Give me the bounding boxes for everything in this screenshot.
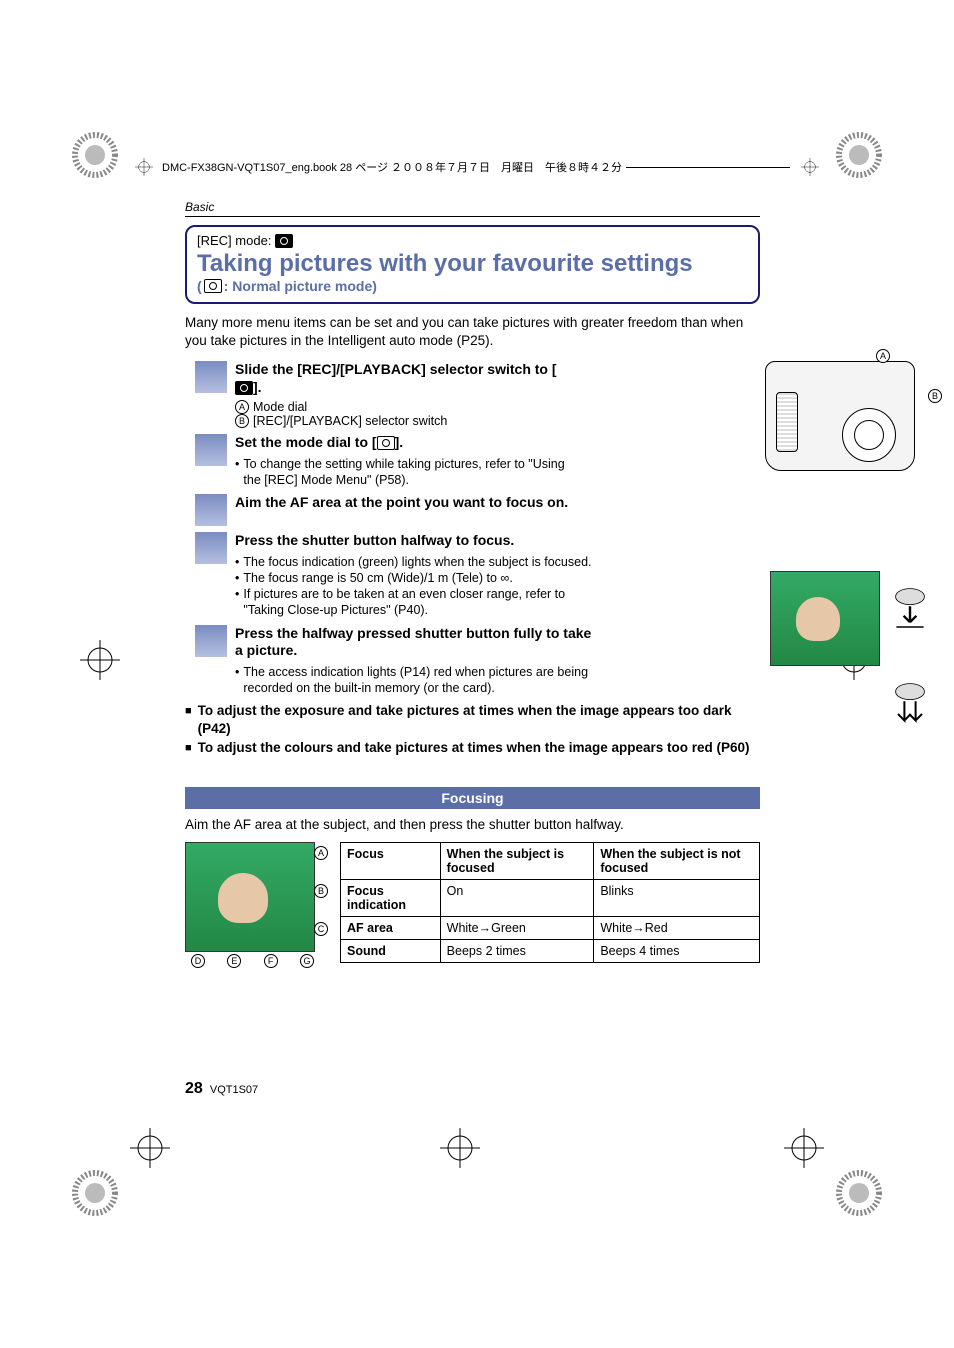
step-5-title: Press the halfway pressed shutter button… [235, 625, 591, 659]
step-1: Slide the [REC]/[PLAYBACK] selector swit… [185, 361, 760, 428]
focus-cell: Beeps 4 times [594, 939, 760, 962]
step-4-title: Press the shutter button halfway to focu… [235, 532, 514, 548]
registration-mark-icon [80, 640, 120, 680]
focusing-intro: Aim the AF area at the subject, and then… [185, 817, 760, 832]
label-a-text: Mode dial [253, 400, 307, 414]
running-header-text: DMC-FX38GN-VQT1S07_eng.book 28 ページ ２００８年… [158, 159, 626, 175]
label-a-icon: A [235, 400, 249, 414]
running-header: DMC-FX38GN-VQT1S07_eng.book 28 ページ ２００８年… [130, 158, 824, 176]
camera-icon [204, 279, 222, 293]
focus-th-3: When the subject is not focused [594, 842, 760, 879]
camera-icon [377, 436, 395, 450]
step-3-title: Aim the AF area at the point you want to… [235, 494, 568, 510]
full-press-icon [885, 681, 935, 731]
focus-label-e: E [227, 954, 241, 968]
step-4-bullet: The focus indication (green) lights when… [243, 554, 591, 570]
half-press-icon [885, 586, 935, 636]
focus-cell: White→Green [440, 916, 594, 939]
section-label: Basic [185, 200, 760, 217]
step-marker [195, 625, 227, 657]
focus-cell: White→Red [594, 916, 760, 939]
step-2: Set the mode dial to []. To change the s… [185, 434, 760, 488]
focus-label-g: G [300, 954, 314, 968]
print-rosette [70, 1168, 120, 1218]
step-4-bullet: If pictures are to be taken at an even c… [243, 586, 595, 619]
focus-row-label: AF area [341, 916, 441, 939]
focus-label-b: B [314, 884, 328, 898]
focus-row-label: Sound [341, 939, 441, 962]
step-marker [195, 361, 227, 393]
registration-mark-icon [784, 1128, 824, 1168]
diagram-label-b: B [928, 389, 942, 403]
print-rosette [70, 130, 120, 180]
step-2-bullet: To change the setting while taking pictu… [243, 456, 565, 489]
page-footer: 28 VQT1S07 [185, 1080, 258, 1098]
step-1-title: Slide the [REC]/[PLAYBACK] selector swit… [235, 361, 557, 395]
step-5: Press the halfway pressed shutter button… [185, 625, 760, 697]
page-subtitle: ( : Normal picture mode) [197, 278, 748, 294]
focusing-heading: Focusing [185, 787, 760, 809]
sample-photo [770, 571, 880, 666]
label-b-text: [REC]/[PLAYBACK] selector switch [253, 414, 447, 428]
focus-label-f: F [264, 954, 278, 968]
intro-paragraph: Many more menu items can be set and you … [185, 314, 760, 349]
registration-mark-icon [130, 158, 158, 176]
camera-diagram: A B [765, 361, 930, 471]
focus-th-1: Focus [341, 842, 441, 879]
step-marker [195, 532, 227, 564]
focus-label-c: C [314, 922, 328, 936]
step-5-bullet: The access indication lights (P14) red w… [243, 664, 595, 697]
doc-code: VQT1S07 [210, 1084, 258, 1096]
camera-icon [235, 381, 253, 395]
focus-label-a: A [314, 846, 328, 860]
focus-sample-photo: A B C D E F G [185, 842, 320, 968]
registration-mark-icon [130, 1128, 170, 1168]
page-number: 28 [185, 1080, 203, 1097]
focus-cell: Blinks [594, 879, 760, 916]
step-marker [195, 434, 227, 466]
focus-row-label: Focus indication [341, 879, 441, 916]
step-2-title: Set the mode dial to []. [235, 434, 403, 450]
camera-icon [275, 234, 293, 248]
rec-mode-label: [REC] mode: [197, 233, 271, 248]
step-marker [195, 494, 227, 526]
focus-cell: On [440, 879, 594, 916]
note-1: To adjust the exposure and take pictures… [198, 702, 760, 737]
focus-cell: Beeps 2 times [440, 939, 594, 962]
label-b-icon: B [235, 414, 249, 428]
focus-th-2: When the subject is focused [440, 842, 594, 879]
diagram-label-a: A [876, 349, 890, 363]
note-2: To adjust the colours and take pictures … [198, 739, 750, 757]
page-title: Taking pictures with your favourite sett… [197, 250, 748, 278]
title-box: [REC] mode: Taking pictures with your fa… [185, 225, 760, 304]
focus-table: Focus When the subject is focused When t… [340, 842, 760, 963]
step-4: Press the shutter button halfway to focu… [185, 532, 760, 619]
print-rosette [834, 1168, 884, 1218]
registration-mark-icon [440, 1128, 480, 1168]
step-3: Aim the AF area at the point you want to… [185, 494, 760, 526]
focus-label-d: D [191, 954, 205, 968]
step-4-bullet: The focus range is 50 cm (Wide)/1 m (Tel… [243, 570, 512, 586]
print-rosette [834, 130, 884, 180]
registration-mark-icon [796, 158, 824, 176]
notes: To adjust the exposure and take pictures… [185, 702, 760, 757]
